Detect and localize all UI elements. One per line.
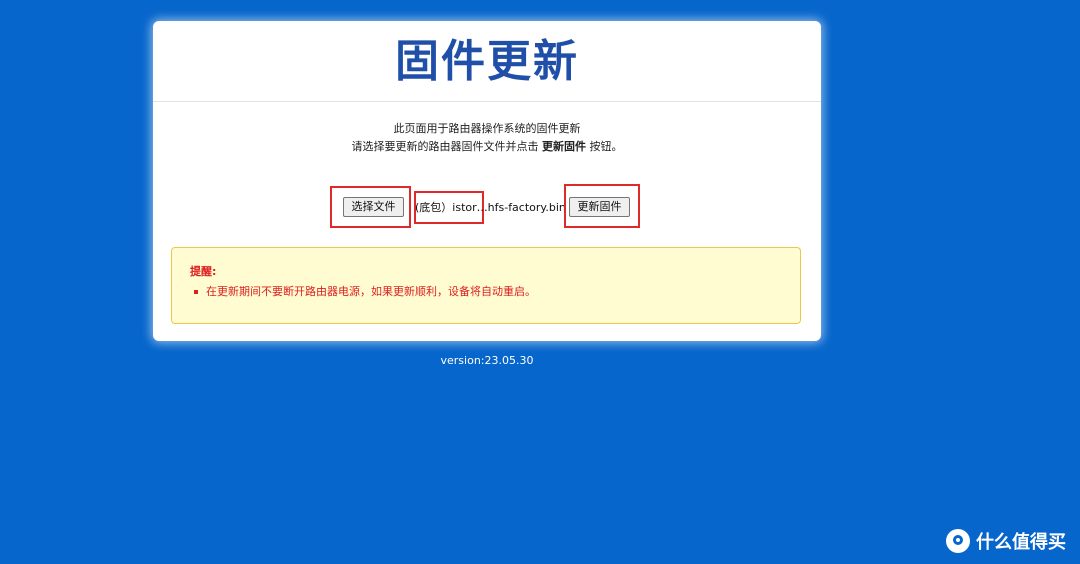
firmware-update-card: 固件更新 此页面用于路由器操作系统的固件更新 请选择要更新的路由器固件文件并点击… (153, 21, 821, 341)
description-line-2-prefix: 请选择要更新的路由器固件文件并点击 (351, 140, 542, 153)
page-title: 固件更新 (395, 36, 579, 87)
card-header: 固件更新 (153, 21, 821, 102)
watermark-text: 什么值得买 (976, 532, 1066, 553)
description-line-1: 此页面用于路由器操作系统的固件更新 (393, 122, 581, 135)
bullet-icon (194, 290, 198, 294)
smzdm-logo-icon (946, 529, 970, 553)
version-label: version:23.05.30 (440, 354, 534, 367)
notice-box: 提醒: 在更新期间不要断开路由器电源，如果更新顺利，设备将自动重启。 (171, 247, 801, 324)
update-firmware-button[interactable]: 更新固件 (569, 197, 630, 217)
notice-list: 在更新期间不要断开路由器电源，如果更新顺利，设备将自动重启。 (190, 284, 782, 300)
upload-controls: 选择文件 (底包）istor…hfs-factory.bin 更新固件 (153, 184, 821, 228)
description-line-2: 请选择要更新的路由器固件文件并点击 更新固件 按钮。 (153, 138, 821, 156)
description-line-2-bold: 更新固件 (542, 140, 586, 153)
description-line-2-suffix: 按钮。 (586, 140, 623, 153)
selected-filename: (底包）istor…hfs-factory.bin (415, 201, 566, 214)
notice-title: 提醒: (190, 265, 217, 278)
notice-item-text: 在更新期间不要断开路由器电源，如果更新顺利，设备将自动重启。 (206, 285, 536, 298)
watermark: 什么值得买 (946, 528, 1066, 554)
choose-file-button[interactable]: 选择文件 (343, 197, 404, 217)
list-item: 在更新期间不要断开路由器电源，如果更新顺利，设备将自动重启。 (194, 284, 782, 300)
description: 此页面用于路由器操作系统的固件更新 请选择要更新的路由器固件文件并点击 更新固件… (153, 120, 821, 156)
